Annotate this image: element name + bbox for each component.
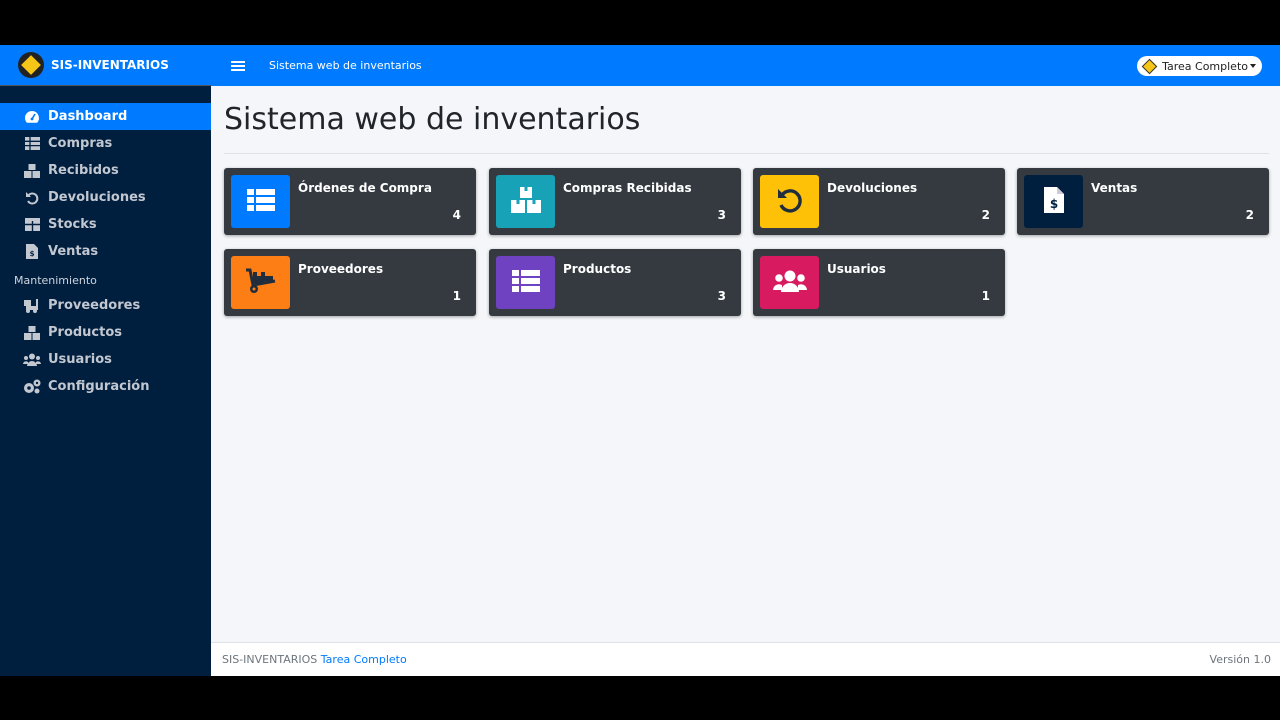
info-box-icon (496, 175, 555, 228)
sidebar-item-usuarios[interactable]: Usuarios (0, 346, 211, 373)
table-icon (23, 137, 41, 150)
info-box-devoluciones[interactable]: Devoluciones 2 (753, 168, 1005, 235)
brand-logo (18, 52, 44, 78)
user-dropdown[interactable]: Tarea Completo (1137, 56, 1262, 76)
info-box-icon: $ (1024, 175, 1083, 228)
info-box-icon (231, 175, 290, 228)
sidebar-item-label: Ventas (48, 244, 99, 259)
boxes-icon (23, 325, 41, 340)
footer-credit: SIS-INVENTARIOS Tarea Completo (222, 653, 407, 666)
info-box-title: Productos (563, 262, 632, 276)
sidebar-item-devoluciones[interactable]: Devoluciones (0, 184, 211, 211)
sidebar-item-label: Recibidos (48, 163, 119, 178)
info-box-title: Devoluciones (827, 181, 918, 195)
sidebar-nav: Dashboard Compras Recibidos Devoluciones (0, 86, 211, 400)
page-title: Sistema web de inventarios (224, 102, 641, 137)
sidebar-item-label: Stocks (48, 217, 97, 232)
info-box-icon (760, 175, 819, 228)
sidebar-item-stocks[interactable]: Stocks (0, 211, 211, 238)
sidebar-item-label: Usuarios (48, 352, 112, 367)
info-box-count: 2 (1245, 208, 1254, 222)
info-box-icon (760, 256, 819, 309)
info-box-icon (496, 256, 555, 309)
hamburger-menu-icon[interactable] (231, 60, 245, 71)
info-box-title: Ventas (1091, 181, 1138, 195)
sidebar-item-label: Proveedores (48, 298, 141, 313)
sidebar-item-label: Compras (48, 136, 113, 151)
top-nav-link[interactable]: Sistema web de inventarios (269, 59, 422, 72)
footer-brand: SIS-INVENTARIOS (222, 653, 318, 666)
footer-version: Versión 1.0 (1209, 653, 1271, 666)
avatar (1141, 58, 1157, 74)
top-navbar: Sistema web de inventarios Tarea Complet… (211, 45, 1280, 86)
info-box-compras-recibidas[interactable]: Compras Recibidas 3 (489, 168, 741, 235)
list-icon (246, 188, 275, 215)
svg-text:$: $ (1049, 197, 1057, 211)
sidebar-item-label: Devoluciones (48, 190, 146, 205)
info-box-count: 1 (981, 289, 990, 303)
user-name: Tarea Completo (1162, 59, 1248, 73)
info-box-title: Compras Recibidas (563, 181, 692, 195)
svg-text:$: $ (30, 250, 35, 258)
sidebar-item-label: Dashboard (48, 109, 128, 124)
footer-link[interactable]: Tarea Completo (321, 653, 407, 666)
info-box-proveedores[interactable]: Proveedores 1 (224, 249, 476, 316)
brand-link[interactable]: SIS-INVENTARIOS (0, 45, 211, 86)
cogs-icon (23, 379, 41, 394)
sidebar-item-dashboard[interactable]: Dashboard (0, 103, 211, 130)
truck-icon (23, 298, 41, 313)
info-box-count: 4 (452, 208, 461, 222)
sidebar-item-configuracion[interactable]: Configuración (0, 373, 211, 400)
invoice-icon: $ (23, 244, 41, 259)
sidebar-item-compras[interactable]: Compras (0, 130, 211, 157)
info-box-productos[interactable]: Productos 3 (489, 249, 741, 316)
brand-text: SIS-INVENTARIOS (51, 58, 169, 72)
title-divider (224, 153, 1269, 154)
caret-down-icon (1250, 64, 1256, 68)
app-frame: SIS-INVENTARIOS Dashboard Compras Recibi… (0, 45, 1280, 676)
info-box-title: Usuarios (827, 262, 886, 276)
invoice-dollar-icon: $ (1043, 186, 1064, 217)
info-box-ventas[interactable]: $ Ventas 2 (1017, 168, 1269, 235)
info-box-usuarios[interactable]: Usuarios 1 (753, 249, 1005, 316)
undo-icon (23, 191, 41, 205)
undo-icon (776, 186, 804, 218)
info-box-title: Proveedores (298, 262, 384, 276)
info-box-count: 3 (717, 289, 726, 303)
boxes-icon (510, 186, 541, 217)
sidebar-item-proveedores[interactable]: Proveedores (0, 292, 211, 319)
info-box-icon (231, 256, 290, 309)
users-icon (772, 270, 807, 296)
info-box-count: 1 (452, 289, 461, 303)
boxes-icon (23, 163, 41, 178)
sidebar: SIS-INVENTARIOS Dashboard Compras Recibi… (0, 45, 211, 676)
footer: SIS-INVENTARIOS Tarea Completo Versión 1… (211, 642, 1280, 676)
sidebar-item-ventas[interactable]: $ Ventas (0, 238, 211, 265)
list-icon (511, 269, 540, 296)
info-box-ordenes-compra[interactable]: Órdenes de Compra 4 (224, 168, 476, 235)
sidebar-item-recibidos[interactable]: Recibidos (0, 157, 211, 184)
info-box-count: 3 (717, 208, 726, 222)
sidebar-item-label: Configuración (48, 379, 150, 394)
sidebar-item-label: Productos (48, 325, 123, 340)
info-box-count: 2 (981, 208, 990, 222)
grid-icon (23, 218, 41, 231)
tachometer-icon (23, 110, 41, 124)
sidebar-section-header: Mantenimiento (14, 274, 97, 287)
users-icon (23, 353, 41, 366)
sidebar-item-productos[interactable]: Productos (0, 319, 211, 346)
dolly-icon (245, 268, 277, 298)
info-box-title: Órdenes de Compra (298, 181, 432, 195)
